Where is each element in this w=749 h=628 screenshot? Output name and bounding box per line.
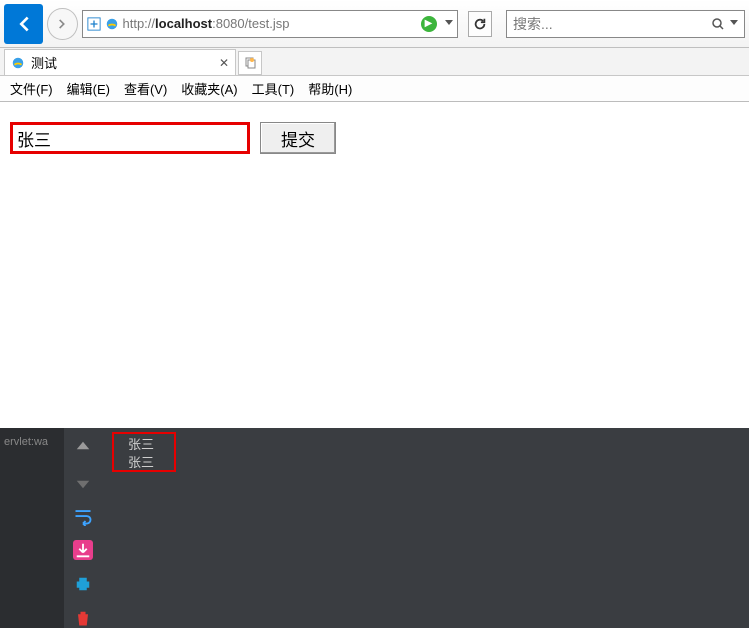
address-bar[interactable]: http://localhost:8080/test.jsp ▶: [82, 10, 458, 38]
wrap-icon[interactable]: [73, 506, 93, 526]
url-dropdown-icon[interactable]: [445, 20, 453, 28]
search-bar[interactable]: 搜索...: [506, 10, 745, 38]
devtools-console[interactable]: 张三 张三: [102, 428, 749, 628]
active-tab[interactable]: 测试 ✕: [4, 49, 236, 75]
menu-tools[interactable]: 工具(T): [252, 79, 295, 98]
menu-favorites[interactable]: 收藏夹(A): [181, 79, 237, 98]
menu-edit[interactable]: 编辑(E): [67, 79, 110, 98]
log-highlight-box: [112, 432, 176, 472]
submit-button[interactable]: 提交: [260, 122, 336, 154]
compat-view-icon[interactable]: ▶: [421, 16, 437, 32]
browser-nav-bar: http://localhost:8080/test.jsp ▶ 搜索...: [0, 0, 749, 48]
menu-bar: 文件(F) 编辑(E) 查看(V) 收藏夹(A) 工具(T) 帮助(H): [0, 76, 749, 102]
refresh-button[interactable]: [468, 11, 493, 37]
devtools-left-strip: ervlet:wa: [0, 428, 64, 628]
menu-file[interactable]: 文件(F): [10, 79, 53, 98]
console-log-line: 张三: [114, 436, 737, 454]
forward-button[interactable]: [47, 8, 77, 40]
download-icon[interactable]: [73, 540, 93, 560]
menu-view[interactable]: 查看(V): [124, 79, 167, 98]
search-dropdown-icon[interactable]: [730, 20, 738, 28]
close-tab-icon[interactable]: ✕: [219, 56, 229, 70]
ie-favicon-icon: [105, 17, 119, 31]
new-tab-button[interactable]: [238, 51, 262, 75]
tab-favicon-icon: [11, 56, 25, 70]
console-log-line: 张三: [114, 454, 737, 472]
form-row: 提交: [10, 122, 739, 154]
menu-help[interactable]: 帮助(H): [308, 79, 352, 98]
search-icon: [710, 16, 726, 32]
arrow-up-icon[interactable]: [73, 438, 93, 458]
add-site-icon[interactable]: [87, 17, 101, 31]
devtools-toolbar: [64, 428, 102, 628]
tab-title: 测试: [31, 53, 57, 72]
delete-icon[interactable]: [73, 608, 93, 628]
page-content: 提交: [0, 102, 749, 174]
devtools-panel: ervlet:wa 张三 张三: [0, 428, 749, 628]
back-button[interactable]: [4, 4, 43, 44]
url-text: http://localhost:8080/test.jsp: [123, 16, 290, 31]
print-icon[interactable]: [73, 574, 93, 594]
name-input[interactable]: [10, 122, 250, 154]
tab-strip: 测试 ✕: [0, 48, 749, 76]
devtools-left-label: ervlet:wa: [4, 436, 48, 448]
arrow-down-icon[interactable]: [73, 472, 93, 492]
search-placeholder: 搜索...: [513, 14, 710, 34]
